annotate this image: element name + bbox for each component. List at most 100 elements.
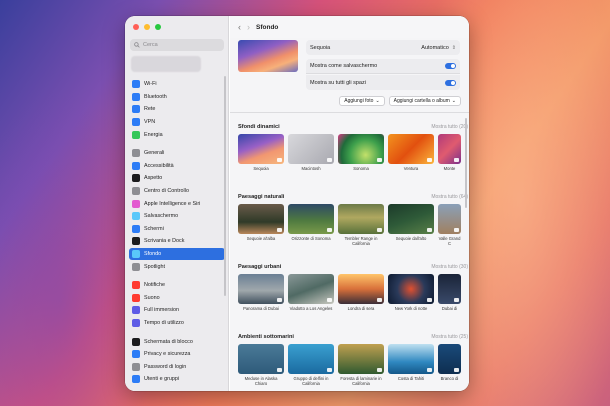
sidebar-item-suono[interactable]: Suono bbox=[129, 292, 225, 305]
download-badge-icon bbox=[377, 368, 382, 372]
show-all-link[interactable]: Mostra tutto (64) bbox=[431, 194, 468, 200]
wallpaper-thumbnail[interactable]: Foresta di laminarie in California bbox=[338, 344, 384, 386]
add-folder-button[interactable]: Aggiungi cartella o album ⌄ bbox=[388, 96, 461, 106]
vpn-icon bbox=[132, 118, 140, 127]
wallpaper-image bbox=[388, 344, 434, 374]
sidebar-item-label: Energia bbox=[144, 131, 163, 138]
download-badge-icon bbox=[454, 158, 459, 162]
sidebar-item-schermi[interactable]: Schermi bbox=[129, 223, 225, 236]
wallpaper-image bbox=[388, 274, 434, 304]
sidebar-item-notifiche[interactable]: Notifiche bbox=[129, 279, 225, 292]
sidebar-item-label: Wi-Fi bbox=[144, 81, 157, 88]
sidebar-item-full-immersion[interactable]: Full immersion bbox=[129, 304, 225, 317]
toolbar: ‹ › Sfondo bbox=[230, 16, 469, 38]
minimize-button[interactable] bbox=[144, 24, 150, 30]
wallpaper-caption: Sequoie dall'alto bbox=[395, 236, 427, 241]
show-all-link[interactable]: Mostra tutto (30) bbox=[431, 264, 468, 270]
wallpaper-image bbox=[338, 134, 384, 164]
zoom-button[interactable] bbox=[155, 24, 161, 30]
sidebar-item-apple-intelligence-e-siri[interactable]: Apple Intelligence e Siri bbox=[129, 197, 225, 210]
wallpaper-caption: Valle Grand C bbox=[438, 236, 461, 246]
close-button[interactable] bbox=[133, 24, 139, 30]
wallpaper-mode-select[interactable]: Automatico ⇕ bbox=[421, 45, 456, 51]
sidebar-item-tempo-di-utilizzo[interactable]: Tempo di utilizzo bbox=[129, 317, 225, 330]
screensaver-toggle[interactable] bbox=[445, 63, 456, 69]
sidebar-item-label: Utenti e gruppi bbox=[144, 376, 180, 383]
sidebar-item-privacy-e-sicurezza[interactable]: Privacy e sicurezza bbox=[129, 348, 225, 361]
wallpaper-thumbnail[interactable]: Ventura bbox=[388, 134, 434, 176]
wallpaper-thumbnail[interactable]: Sequoie al'alba bbox=[238, 204, 284, 246]
wallpaper-thumbnail[interactable]: Costa di Tahiti bbox=[388, 344, 434, 386]
download-badge-icon bbox=[327, 228, 332, 232]
wallpaper-image bbox=[388, 134, 434, 164]
sidebar-item-rete[interactable]: Rete bbox=[129, 103, 225, 116]
wallpaper-thumbnail[interactable]: Gruppo di delfini in California bbox=[288, 344, 334, 386]
sidebar-item-label: Tempo di utilizzo bbox=[144, 319, 184, 326]
wallpaper-thumbnail[interactable]: Sequoie dall'alto bbox=[388, 204, 434, 246]
wallpaper-caption: Foresta di laminarie in California bbox=[340, 376, 382, 386]
wallpaper-thumbnail[interactable]: Branco di bbox=[438, 344, 461, 386]
sidebar-item-energia[interactable]: Energia bbox=[129, 128, 225, 141]
wallpaper-caption: Macintosh bbox=[301, 166, 321, 171]
sidebar-item-wi-fi[interactable]: Wi-Fi bbox=[129, 78, 225, 91]
wifi-icon bbox=[132, 80, 140, 89]
window-controls bbox=[133, 24, 161, 30]
sidebar-item-vpn[interactable]: VPN bbox=[129, 116, 225, 129]
wallpaper-thumbnail[interactable]: Panorama di Dubai bbox=[238, 274, 284, 316]
wallpaper-thumbnail[interactable]: Monte bbox=[438, 134, 461, 176]
sidebar-item-utenti-e-gruppi[interactable]: Utenti e gruppi bbox=[129, 373, 225, 386]
sidebar-item-label: Sfondo bbox=[144, 251, 162, 258]
sidebar-item-aspetto[interactable]: Aspetto bbox=[129, 172, 225, 185]
speaker-icon bbox=[132, 293, 140, 302]
sidebar-item-label: Password di login bbox=[144, 363, 187, 370]
wallpaper-thumbnail[interactable]: Valle Grand C bbox=[438, 204, 461, 246]
search-input[interactable]: Cerca bbox=[130, 39, 224, 51]
wallpaper-thumbnail[interactable]: Sonoma bbox=[338, 134, 384, 176]
appearance-icon bbox=[132, 174, 140, 183]
wallpaper-caption: Londra di sera bbox=[347, 306, 375, 311]
all-spaces-toggle[interactable] bbox=[445, 79, 456, 86]
gallery-scrollbar[interactable] bbox=[465, 118, 467, 208]
sidebar-item-sfondo[interactable]: Sfondo bbox=[129, 247, 225, 261]
sidebar-item-salvaschermo[interactable]: Salvaschermo bbox=[129, 210, 225, 223]
download-badge-icon bbox=[427, 228, 432, 232]
download-badge-icon bbox=[327, 158, 332, 162]
show-all-link[interactable]: Mostra tutto (25) bbox=[431, 334, 468, 340]
wallpaper-thumbnail[interactable]: Londra di sera bbox=[338, 274, 384, 316]
wallpaper-thumbnail[interactable]: Macintosh bbox=[288, 134, 334, 176]
sidebar-item-scrivania-e-dock[interactable]: Scrivania e Dock bbox=[129, 235, 225, 248]
wallpaper-thumbnail[interactable]: Dubai di bbox=[438, 274, 461, 316]
apple-account-profile[interactable] bbox=[131, 56, 201, 72]
wallpaper-caption: Costa di Tahiti bbox=[397, 376, 425, 381]
sidebar-item-accessibilit[interactable]: Accessibilità bbox=[129, 160, 225, 173]
wallpaper-section: Paesaggi urbani Mostra tutto (30) Panorama… bbox=[238, 262, 468, 316]
wallpaper-thumbnail[interactable]: Orizzonte di Sonoma bbox=[288, 204, 334, 246]
sidebar-item-label: Suono bbox=[144, 294, 160, 301]
sidebar-item-bluetooth[interactable]: Bluetooth bbox=[129, 91, 225, 104]
wallpaper-thumbnail[interactable]: Meduse in Alaska Chiaro bbox=[238, 344, 284, 386]
back-chevron-icon[interactable]: ‹ bbox=[238, 22, 241, 32]
sidebar-item-password-di-login[interactable]: Password di login bbox=[129, 360, 225, 373]
show-all-link[interactable]: Mostra tutto (20) bbox=[431, 124, 468, 130]
wallpaper-thumbnail[interactable]: Sequoia bbox=[238, 134, 284, 176]
sidebar-item-centro-di-controllo[interactable]: Centro di Controllo bbox=[129, 185, 225, 198]
sidebar-scrollbar[interactable] bbox=[224, 76, 226, 296]
add-photo-button[interactable]: Aggiungi foto ⌄ bbox=[339, 96, 385, 106]
search-placeholder: Cerca bbox=[143, 42, 158, 48]
wallpaper-section: Paesaggi naturali Mostra tutto (64) Sequoi… bbox=[238, 192, 468, 246]
sidebar-item-generali[interactable]: Generali bbox=[129, 147, 225, 160]
wallpaper-image bbox=[388, 204, 434, 234]
sidebar-item-spotlight[interactable]: Spotlight bbox=[129, 260, 225, 273]
wallpaper-image bbox=[238, 204, 284, 234]
sidebar-item-label: Privacy e sicurezza bbox=[144, 351, 191, 358]
accessibility-icon bbox=[132, 161, 140, 170]
wallpaper-thumbnail[interactable]: Tembler Range in California bbox=[338, 204, 384, 246]
wallpaper-thumbnail[interactable]: New York di notte bbox=[388, 274, 434, 316]
add-folder-label: Aggiungi cartella o album bbox=[393, 98, 450, 104]
sidebar-item-label: Spotlight bbox=[144, 263, 165, 270]
wallpaper-image bbox=[238, 344, 284, 374]
forward-chevron-icon[interactable]: › bbox=[247, 22, 250, 32]
wallpaper-thumbnail[interactable]: Viadotto a Los Angeles bbox=[288, 274, 334, 316]
sidebar-item-schermata-di-blocco[interactable]: Schermata di blocco bbox=[129, 335, 225, 348]
thumbnail-row: Panorama di Dubai Viadotto a Los Angeles L… bbox=[238, 274, 468, 316]
